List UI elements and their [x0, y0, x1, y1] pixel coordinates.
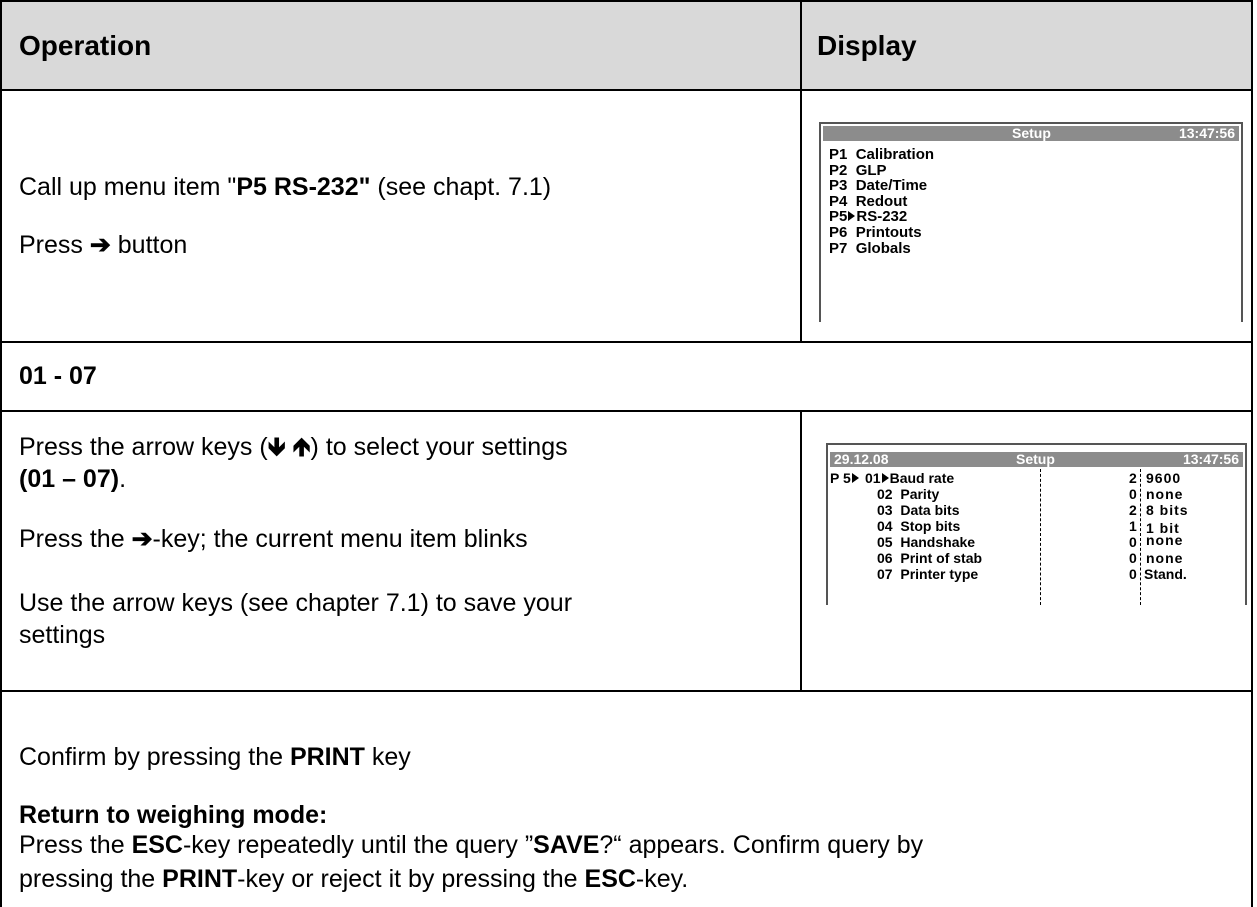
- return-instruction-line1: Press the ESC-key repeatedly until the q…: [19, 831, 924, 859]
- rs232-settings-display: 29.12.08 Setup 13:47:56 P 5 01 Baud rate …: [826, 443, 1247, 605]
- table-border: [0, 341, 1253, 343]
- setting-value: none: [1146, 486, 1184, 502]
- setting-value: none: [1146, 550, 1184, 566]
- menu-item-selected: P5 RS-232: [829, 208, 908, 226]
- step2-select-settings: Press the arrow keys (🡻 🡹) to select you…: [19, 433, 568, 461]
- header-display: Display: [817, 30, 917, 61]
- setting-code: 0: [1129, 566, 1137, 582]
- menu-item: P4 Redout: [829, 192, 908, 210]
- header-operation: Operation: [19, 30, 152, 61]
- return-instruction-line2: pressing the PRINT-key or reject it by p…: [19, 865, 689, 893]
- table-border: [0, 690, 1253, 692]
- menu-item: P3 Date/Time: [829, 177, 928, 195]
- section-title: 01 - 07: [19, 362, 97, 390]
- display-time: 13:47:56: [1182, 451, 1239, 467]
- table-border: [0, 89, 1253, 91]
- setting-value: none: [1146, 532, 1184, 548]
- setting-code: 1: [1129, 518, 1137, 534]
- setting-row: 01 Baud rate: [865, 470, 955, 486]
- step1-instruction: Call up menu item "P5 RS-232" (see chapt…: [19, 173, 552, 201]
- menu-item: P1 Calibration: [829, 146, 935, 163]
- selection-cursor-icon: [881, 473, 889, 483]
- setting-code: 2: [1129, 470, 1137, 486]
- setting-row: 03 Data bits: [877, 502, 960, 518]
- setting-row: 06 Print of stab: [877, 550, 983, 566]
- instruction-table: Operation Display Call up menu item "P5 …: [0, 0, 1257, 907]
- display-title-bar: Setup 13:47:56: [823, 125, 1239, 141]
- setup-menu-list: P1 Calibration P2 GLP P3 Date/Time P4 Re…: [829, 147, 934, 256]
- setup-menu-display: Setup 13:47:56 P1 Calibration P2 GLP P3 …: [819, 122, 1243, 322]
- column-divider: [800, 0, 802, 341]
- setting-value: Stand.: [1144, 566, 1187, 582]
- setting-row: 07 Printer type: [877, 566, 979, 582]
- step2-save-line2: settings: [19, 621, 106, 649]
- display-title: Setup: [1016, 451, 1055, 467]
- step2-save-line1: Use the arrow keys (see chapter 7.1) to …: [19, 589, 573, 617]
- step1-press-button: Press ➔ button: [19, 231, 188, 259]
- menu-item: P7 Globals: [829, 239, 911, 257]
- setting-row: 02 Parity: [877, 486, 940, 502]
- display-time: 13:47:56: [1178, 125, 1235, 141]
- confirm-instruction: Confirm by pressing the PRINT key: [19, 743, 411, 771]
- selection-cursor-icon: [851, 473, 859, 483]
- column-divider: [800, 410, 802, 690]
- down-up-arrows-icon: 🡻 🡹: [267, 433, 311, 461]
- selection-cursor-icon: [848, 211, 856, 222]
- menu-item: P6 Printouts: [829, 223, 922, 241]
- table-border: [0, 0, 1253, 2]
- setting-code: 2: [1129, 502, 1137, 518]
- table-border: [0, 410, 1253, 412]
- return-heading: Return to weighing mode:: [19, 801, 328, 829]
- setting-code: 0: [1129, 486, 1137, 502]
- setting-row: 04 Stop bits: [877, 518, 961, 534]
- menu-item: P2 GLP: [829, 161, 887, 179]
- display-title-bar: 29.12.08 Setup 13:47:56: [830, 451, 1243, 467]
- dashed-divider: [1140, 469, 1141, 605]
- setting-row: 05 Handshake: [877, 534, 976, 550]
- table-header-row: [0, 0, 1253, 89]
- setting-value: 8 bits: [1146, 502, 1189, 518]
- table-border: [0, 0, 2, 907]
- step2-blink-note: Press the ➔-key; the current menu item b…: [19, 525, 528, 553]
- step2-range: (01 – 07).: [19, 465, 127, 493]
- dashed-divider: [1040, 469, 1041, 605]
- setting-value: 9600: [1146, 470, 1182, 486]
- display-date: 29.12.08: [834, 451, 889, 467]
- table-border: [1251, 0, 1253, 907]
- display-title: Setup: [1012, 125, 1051, 141]
- right-arrow-icon: ➔: [131, 525, 153, 553]
- setting-code: 0: [1129, 550, 1137, 566]
- display-prefix: P 5: [830, 470, 860, 486]
- right-arrow-icon: ➔: [89, 231, 111, 259]
- setting-code: 0: [1129, 534, 1137, 550]
